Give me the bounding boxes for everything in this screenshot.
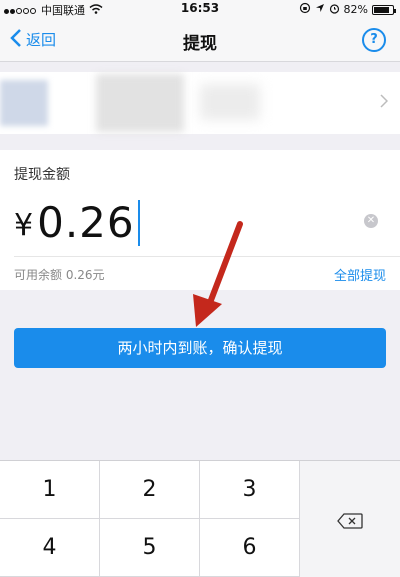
help-icon[interactable]: ? xyxy=(362,28,386,52)
key-6[interactable]: 6 xyxy=(200,519,300,577)
status-bar: 中国联通 16:53 82% xyxy=(0,0,400,18)
bank-info-blurred xyxy=(96,74,184,132)
alarm-icon xyxy=(329,3,340,17)
withdraw-all-link[interactable]: 全部提现 xyxy=(334,265,386,284)
text-cursor xyxy=(137,200,140,246)
battery-icon xyxy=(372,4,396,15)
backspace-icon xyxy=(337,513,363,529)
backspace-key[interactable] xyxy=(300,461,400,577)
key-5[interactable]: 5 xyxy=(100,519,200,577)
confirm-withdraw-button[interactable]: 两小时内到账，确认提现 xyxy=(14,328,386,368)
bank-card-row[interactable] xyxy=(0,72,400,134)
key-2[interactable]: 2 xyxy=(100,461,200,519)
key-4[interactable]: 4 xyxy=(0,519,100,577)
bank-logo-blurred xyxy=(0,80,48,126)
amount-value: 0.26 xyxy=(37,198,135,247)
chevron-right-icon xyxy=(380,92,389,113)
clear-icon[interactable]: ✕ xyxy=(364,214,378,228)
key-3[interactable]: 3 xyxy=(200,461,300,519)
amount-input[interactable]: ¥ 0.26 xyxy=(14,194,140,248)
page-title: 提现 xyxy=(183,34,217,54)
rotation-lock-icon xyxy=(299,2,311,17)
currency-symbol: ¥ xyxy=(14,208,34,243)
numeric-keypad: 1 2 3 4 5 6 xyxy=(0,460,400,577)
battery-percent: 82% xyxy=(343,3,368,16)
amount-label: 提现金额 xyxy=(14,167,70,183)
status-right: 82% xyxy=(299,2,396,17)
divider xyxy=(14,256,400,257)
available-balance: 可用余额 0.26元 xyxy=(14,268,105,282)
location-icon xyxy=(315,3,325,16)
nav-bar: 返回 提现 ? xyxy=(0,18,400,62)
amount-panel: 提现金额 ¥ 0.26 ✕ 可用余额 0.26元 全部提现 xyxy=(0,150,400,290)
bank-info-blurred-2 xyxy=(200,84,260,120)
key-1[interactable]: 1 xyxy=(0,461,100,519)
